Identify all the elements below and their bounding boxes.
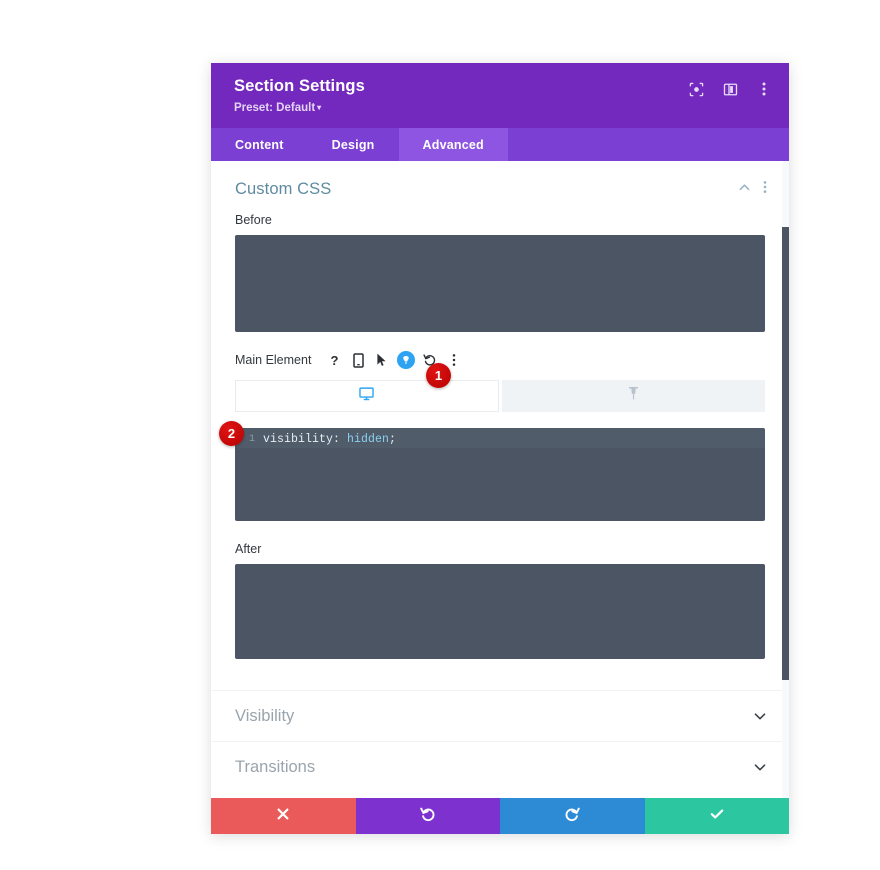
undo-button[interactable] <box>356 798 501 834</box>
section-settings-panel: Section Settings Preset: Default▾ <box>211 63 789 834</box>
chevron-down-icon: ▾ <box>317 103 321 112</box>
panel-body: Custom CSS Before <box>211 161 789 798</box>
header-icon-group <box>687 80 773 98</box>
mobile-icon[interactable] <box>347 349 369 371</box>
section-transitions-title: Transitions <box>235 758 753 777</box>
desktop-monitor-icon <box>359 387 374 406</box>
before-textarea[interactable] <box>235 235 765 332</box>
css-code-editor[interactable]: 1 visibility: hidden; <box>235 428 765 521</box>
code-content: visibility: hidden; <box>263 433 396 446</box>
tab-advanced[interactable]: Advanced <box>399 128 508 161</box>
section-transitions[interactable]: Transitions <box>211 741 789 792</box>
preset-selector[interactable]: Preset: Default▾ <box>234 102 321 114</box>
preset-label: Preset: Default <box>234 102 315 114</box>
css-value: hidden <box>347 433 389 446</box>
close-x-icon <box>276 807 290 826</box>
help-icon[interactable]: ? <box>323 349 345 371</box>
scrollbar-thumb[interactable] <box>782 227 789 680</box>
collapsed-sections: Visibility Transitions <box>211 690 789 792</box>
cancel-button[interactable] <box>211 798 356 834</box>
panel-header: Section Settings Preset: Default▾ <box>211 63 789 128</box>
css-property: visibility <box>263 433 333 446</box>
split-layout-icon[interactable] <box>721 80 739 98</box>
cursor-pointer-icon[interactable] <box>371 349 393 371</box>
redo-arrow-icon <box>564 806 580 827</box>
more-vertical-icon[interactable] <box>763 180 767 199</box>
css-semicolon: ; <box>389 433 396 446</box>
more-vertical-icon[interactable] <box>755 80 773 98</box>
device-toggle-tabs <box>235 380 765 412</box>
before-label: Before <box>235 213 765 227</box>
annotation-badge-2: 2 <box>219 421 244 446</box>
chevron-down-icon[interactable] <box>753 709 767 723</box>
annotation-badge-1: 1 <box>426 363 451 388</box>
panel-footer-actions <box>211 798 789 834</box>
after-field-block: After <box>211 542 789 659</box>
after-label: After <box>235 542 765 556</box>
sticky-tab[interactable] <box>502 380 766 412</box>
section-visibility[interactable]: Visibility <box>211 690 789 741</box>
save-button[interactable] <box>645 798 790 834</box>
before-field-block: Before <box>211 213 789 332</box>
custom-css-section-header[interactable]: Custom CSS <box>211 161 789 213</box>
page-title: Section Settings <box>234 77 365 96</box>
checkmark-icon <box>709 806 725 827</box>
tab-content[interactable]: Content <box>211 128 308 161</box>
pin-active-badge <box>397 351 415 369</box>
desktop-tab[interactable] <box>235 380 499 412</box>
section-title: Custom CSS <box>235 180 738 199</box>
main-element-row: Main Element ? <box>211 332 789 371</box>
tab-design[interactable]: Design <box>308 128 399 161</box>
pin-active-icon[interactable] <box>395 349 417 371</box>
focus-target-icon[interactable] <box>687 80 705 98</box>
redo-button[interactable] <box>500 798 645 834</box>
after-textarea[interactable] <box>235 564 765 659</box>
section-header-icons <box>738 180 767 199</box>
pin-thumbtack-icon <box>627 386 640 406</box>
panel-tabs: Content Design Advanced <box>211 128 789 161</box>
chevron-up-icon[interactable] <box>738 181 751 199</box>
main-element-label: Main Element <box>235 353 311 367</box>
code-line-1: 1 visibility: hidden; <box>235 428 765 448</box>
css-colon: : <box>333 433 347 446</box>
chevron-down-icon[interactable] <box>753 760 767 774</box>
undo-arrow-icon <box>420 806 436 827</box>
screenshot-root: Section Settings Preset: Default▾ <box>0 0 880 870</box>
section-visibility-title: Visibility <box>235 707 753 726</box>
